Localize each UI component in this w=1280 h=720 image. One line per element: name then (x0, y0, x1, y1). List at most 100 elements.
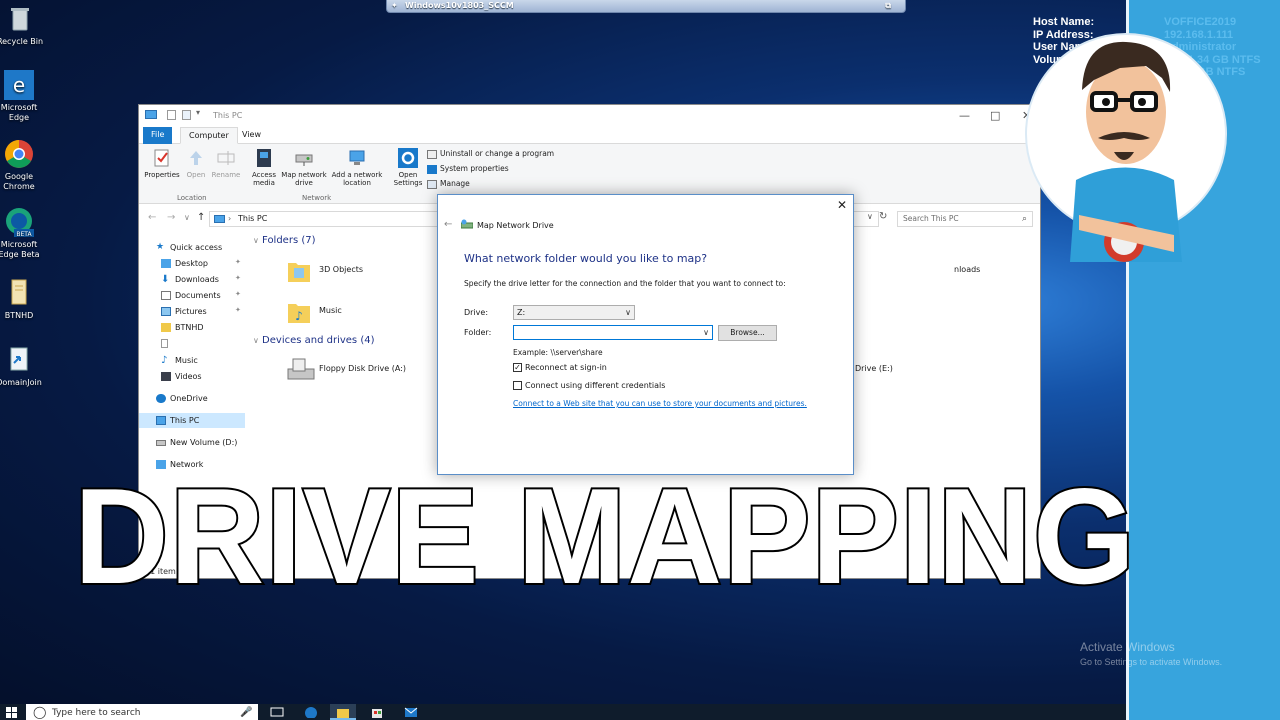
refresh-icon[interactable]: ↻ (879, 211, 887, 222)
nav-label: Pictures (175, 307, 207, 316)
nav-item-pictures[interactable]: Pictures (161, 304, 207, 319)
search-box[interactable]: Search This PC ⌕ (897, 211, 1033, 227)
nav-item-file[interactable] (161, 336, 172, 351)
breadcrumb-chevron-icon: › (228, 214, 232, 223)
properties-button[interactable]: Properties (143, 148, 181, 179)
system-properties-label: System properties (440, 164, 509, 173)
up-arrow-icon[interactable]: ↑ (197, 212, 205, 223)
window-title: This PC (213, 111, 243, 120)
nav-item-music[interactable]: ♪ Music (161, 353, 198, 368)
windows-start-icon[interactable] (6, 707, 17, 718)
desktop-icon-domainjoin[interactable]: DomainJoin (0, 345, 45, 388)
explorer-taskbar-button[interactable] (330, 704, 356, 720)
web-site-link[interactable]: Connect to a Web site that you can use t… (513, 399, 807, 408)
open-button[interactable]: Open (183, 148, 209, 179)
properties-qat-icon[interactable] (167, 110, 176, 120)
folders-section-header[interactable]: ∨ Folders (7) (253, 235, 316, 246)
avatar-illustration (1024, 30, 1229, 265)
pin-icon: ✦ (235, 290, 241, 298)
desktop-icon-label: DomainJoin (0, 378, 42, 387)
restore-icon[interactable]: ⧉ (885, 0, 891, 12)
new-folder-qat-icon[interactable] (182, 110, 191, 120)
tab-file[interactable]: File (143, 127, 173, 144)
close-icon[interactable]: ✕ (837, 198, 847, 212)
desktop-icon-btnhd[interactable]: BTNHD (0, 278, 45, 321)
browse-button[interactable]: Browse... (718, 325, 777, 341)
open-settings-button[interactable]: Open Settings (391, 148, 425, 187)
task-view-icon[interactable] (270, 706, 284, 718)
system-properties-button[interactable]: System properties (427, 164, 509, 174)
address-dropdown-icon[interactable]: ∨ (867, 212, 873, 221)
desktop-icon-recycle-bin[interactable]: Recycle Bin (0, 4, 46, 47)
pictures-icon (161, 307, 171, 316)
taskbar-search-box[interactable]: ◯ Type here to search 🎤 (26, 704, 258, 720)
minimize-icon[interactable]: — (959, 109, 970, 122)
reconnect-label: Reconnect at sign-in (525, 363, 607, 372)
desktop-icon-chrome[interactable]: Google Chrome (0, 139, 45, 192)
videos-icon (161, 372, 171, 381)
mail-icon[interactable] (404, 706, 418, 718)
properties-label: Properties (144, 171, 180, 179)
nav-item-onedrive[interactable]: OneDrive (156, 391, 208, 406)
media-server-icon (254, 148, 274, 168)
edge-taskbar-icon[interactable] (304, 706, 318, 718)
dialog-subheading: Specify the drive letter for the connect… (464, 279, 786, 288)
tab-view[interactable]: View (234, 127, 269, 144)
back-arrow-icon[interactable]: ← (444, 219, 452, 230)
maximize-icon[interactable]: □ (990, 109, 1000, 122)
folder-icon (161, 323, 171, 332)
map-network-drive-dialog: ✕ ← Map Network Drive What network folde… (437, 194, 854, 475)
forward-arrow-icon[interactable]: → (167, 212, 175, 223)
pin-icon: ✦ (235, 258, 241, 266)
desktop-icon-edge-beta[interactable]: BETA Microsoft Edge Beta (0, 207, 45, 260)
overlay-title-text: DRIVE MAPPING (74, 468, 1136, 590)
reconnect-checkbox[interactable]: ✓ Reconnect at sign-in (513, 363, 607, 372)
qat-dropdown-icon[interactable]: ▾ (196, 108, 200, 117)
desktop-icon-edge[interactable]: e Microsoft Edge (0, 70, 45, 123)
nav-item-downloads[interactable]: ⬇ Downloads (161, 272, 219, 287)
drive-item-e[interactable]: Drive (E:) (855, 364, 893, 373)
nav-item-videos[interactable]: Videos (161, 369, 202, 384)
nav-item-quick-access[interactable]: ★ Quick access (156, 240, 222, 255)
drive-label: Floppy Disk Drive (A:) (319, 364, 407, 373)
drive-select[interactable]: Z: ∨ (513, 305, 635, 320)
tab-computer[interactable]: Computer (180, 127, 238, 144)
credentials-checkbox[interactable]: Connect using different credentials (513, 381, 665, 390)
back-arrow-icon[interactable]: ← (148, 212, 156, 223)
access-media-button[interactable]: Access media (249, 148, 279, 187)
map-network-drive-button[interactable]: Map network drive (280, 148, 328, 187)
manage-button[interactable]: Manage (427, 179, 470, 189)
ribbon-tabs: File Computer View (139, 127, 1040, 144)
nav-item-btnhd[interactable]: BTNHD (161, 320, 204, 335)
drives-section-header[interactable]: ∨ Devices and drives (4) (253, 335, 375, 346)
open-icon (186, 148, 206, 168)
drive-label: Drive: (464, 308, 489, 317)
add-network-location-button[interactable]: Add a network location (329, 148, 385, 187)
recent-dropdown-icon[interactable]: ∨ (184, 213, 190, 222)
nav-item-documents[interactable]: Documents (161, 288, 221, 303)
nav-item-this-pc[interactable]: This PC (139, 413, 245, 428)
uninstall-program-button[interactable]: Uninstall or change a program (427, 149, 554, 159)
microphone-icon[interactable]: 🎤 (240, 704, 252, 720)
rename-button[interactable]: Rename (211, 148, 241, 179)
uninstall-icon (427, 149, 437, 159)
checkbox-unchecked-icon (513, 381, 522, 390)
nav-item-desktop[interactable]: Desktop (161, 256, 208, 271)
open-settings-label: Open Settings (393, 171, 423, 187)
chrome-icon (4, 139, 34, 169)
vm-window-titlebar[interactable]: ✦ Windows10v1803_SCCM ⧉ (386, 0, 906, 13)
this-pc-icon (214, 215, 225, 223)
store-icon[interactable] (370, 706, 384, 718)
nav-item-new-volume[interactable]: New Volume (D:) (156, 435, 237, 450)
desktop-icon-label: Google Chrome (3, 172, 35, 191)
desktop-icon-label: Microsoft Edge (0, 103, 38, 122)
credentials-label: Connect using different credentials (525, 381, 666, 390)
chevron-down-icon: ∨ (253, 236, 259, 245)
folder-label: nloads (954, 265, 981, 274)
folder-input[interactable]: ∨ (513, 325, 713, 340)
music-note-icon: ♪ (161, 355, 168, 366)
address-text: This PC (238, 214, 268, 223)
chevron-down-icon: ∨ (625, 308, 631, 317)
nav-label: New Volume (D:) (170, 438, 238, 447)
access-media-label: Access media (252, 171, 276, 187)
